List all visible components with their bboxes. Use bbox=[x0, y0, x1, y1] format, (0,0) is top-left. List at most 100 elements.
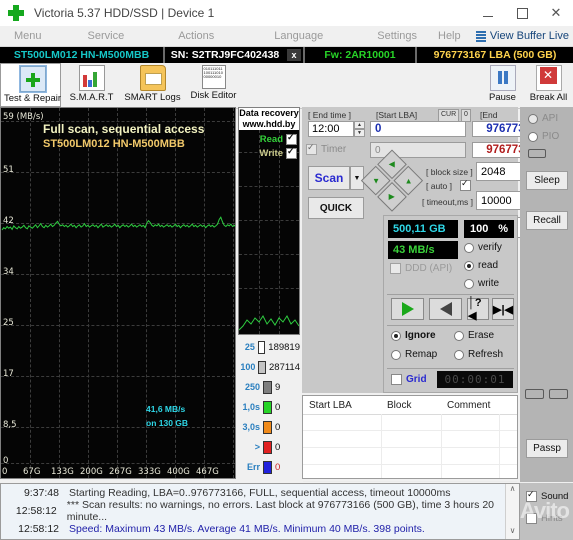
menu-item-language[interactable]: Language bbox=[268, 30, 329, 42]
sound-checkbox[interactable] bbox=[526, 489, 537, 502]
end-time-input[interactable]: 12:00 bbox=[308, 121, 354, 137]
sound-toggle[interactable]: Sound bbox=[526, 489, 568, 502]
mini-button-wr[interactable] bbox=[525, 389, 544, 399]
log-scrollbar[interactable]: ∧ ∨ bbox=[505, 484, 519, 539]
table-row[interactable] bbox=[303, 431, 517, 448]
ddd-api-toggle[interactable]: DDD (API) bbox=[390, 263, 452, 274]
toolbar-button-smart[interactable]: S.M.A.R.T bbox=[61, 63, 122, 109]
menu-item-help[interactable]: Help bbox=[432, 30, 467, 42]
stat-key: 1,0s bbox=[242, 402, 260, 412]
mode-verify-radio[interactable]: verify bbox=[464, 242, 502, 253]
live-buffer-panel[interactable]: Data recovery www.hdd.by Read Write bbox=[238, 107, 300, 335]
drive-close-icon[interactable]: x bbox=[287, 49, 301, 61]
defect-action-remap[interactable]: Remap bbox=[391, 349, 437, 360]
remap-radio-icon[interactable] bbox=[391, 349, 401, 360]
ddd-api-checkbox[interactable] bbox=[390, 263, 401, 274]
menu-item-actions[interactable]: Actions bbox=[172, 30, 220, 42]
api-radio-icon[interactable] bbox=[528, 113, 538, 124]
buffer-header-line2: www.hdd.by bbox=[242, 119, 296, 129]
table-row[interactable] bbox=[303, 448, 517, 465]
buffer-header-line1: Data recovery bbox=[239, 108, 299, 118]
interface-pio-radio[interactable]: PIO bbox=[528, 131, 559, 142]
verify-radio-icon[interactable] bbox=[464, 242, 474, 253]
toolbar-button-disk-editor[interactable]: 01011101110011101000000010 Disk Editor bbox=[183, 63, 244, 109]
graph-speed-trace bbox=[1, 216, 235, 231]
dpad-up-arrow: ▲ bbox=[404, 176, 413, 186]
scroll-up-icon[interactable]: ∧ bbox=[506, 484, 519, 497]
pio-label: PIO bbox=[542, 131, 560, 142]
start-forward-button[interactable] bbox=[391, 298, 424, 320]
buffer-write-toggle[interactable]: Write bbox=[259, 146, 297, 159]
menu-bar: Menu Service Actions Language Settings H… bbox=[0, 26, 573, 47]
recall-button[interactable]: Recall bbox=[526, 211, 568, 230]
menu-item-settings[interactable]: Settings bbox=[371, 30, 423, 42]
column-start-lba: Start LBA bbox=[309, 399, 352, 411]
table-row[interactable] bbox=[303, 465, 517, 482]
buffer-read-checkbox[interactable] bbox=[286, 132, 297, 145]
mode-write-radio[interactable]: write bbox=[464, 278, 499, 289]
timer-checkbox[interactable] bbox=[306, 142, 317, 155]
play-forward-icon bbox=[401, 302, 414, 316]
mini-indicator-button[interactable] bbox=[528, 149, 546, 158]
buffer-lines-icon bbox=[475, 30, 486, 42]
write-radio-icon[interactable] bbox=[464, 278, 474, 289]
close-button[interactable]: ✕ bbox=[539, 0, 573, 26]
buffer-read-toggle[interactable]: Read bbox=[260, 132, 297, 145]
hints-checkbox[interactable] bbox=[526, 513, 537, 524]
toolbar-label-disk-editor: Disk Editor bbox=[190, 90, 237, 101]
mini-button-rd[interactable] bbox=[549, 389, 568, 399]
quick-button[interactable]: QUICK bbox=[308, 197, 364, 219]
passport-button[interactable]: Passp bbox=[526, 439, 568, 458]
maximize-button[interactable] bbox=[505, 0, 539, 26]
refresh-radio-icon[interactable] bbox=[454, 349, 464, 360]
scan-button[interactable]: Scan bbox=[308, 166, 350, 190]
sleep-button[interactable]: Sleep bbox=[526, 171, 568, 190]
speed-lcd: 43 MB/s bbox=[388, 241, 458, 259]
start-backward-button[interactable] bbox=[429, 298, 462, 320]
mode-read-radio[interactable]: read bbox=[464, 260, 498, 271]
end-time-label: [ End time ] bbox=[308, 110, 351, 120]
start-lba-input[interactable]: 0 bbox=[370, 121, 466, 137]
pio-radio-icon[interactable] bbox=[528, 131, 538, 142]
column-block: Block bbox=[387, 399, 412, 411]
timer-toggle[interactable]: Timer bbox=[306, 142, 346, 155]
toolbar-button-test-repair[interactable]: Test & Repair bbox=[0, 63, 61, 107]
scan-speed-graph[interactable]: 59 (MB/s) 51 42 34 25 17 8,5 0 0 67G 133… bbox=[0, 107, 236, 479]
hints-toggle[interactable]: Hints bbox=[526, 513, 563, 524]
toolbar-button-break-all[interactable]: Break All bbox=[524, 63, 573, 109]
main-toolbar: Drive Info S.M.A.R.T SMART Logs Test & R… bbox=[0, 63, 573, 109]
step-question-button[interactable]: │?◀ bbox=[467, 297, 489, 322]
grid-toggle[interactable]: Grid bbox=[391, 374, 427, 385]
table-row[interactable] bbox=[303, 414, 517, 431]
ignore-radio-icon[interactable] bbox=[391, 330, 401, 341]
stat-value: 189819 bbox=[268, 341, 300, 353]
defect-list-table[interactable]: Start LBA Block Comment bbox=[302, 395, 518, 482]
scroll-down-icon[interactable]: ∨ bbox=[506, 526, 519, 539]
end-time-spin-up[interactable]: ▲ bbox=[354, 121, 365, 129]
stat-value: 9 bbox=[275, 381, 281, 393]
read-radio-icon[interactable] bbox=[464, 260, 474, 271]
defect-action-refresh[interactable]: Refresh bbox=[454, 349, 503, 360]
view-buffer-live-button[interactable]: View Buffer Live bbox=[475, 30, 569, 42]
skip-start-button[interactable]: ▶|◀ bbox=[492, 298, 514, 320]
erase-radio-icon[interactable] bbox=[454, 330, 464, 341]
activity-log[interactable]: 9:37:48 Starting Reading, LBA=0..9767731… bbox=[0, 483, 520, 540]
navigation-dpad[interactable]: ▲ ◀ ▶ ▼ bbox=[359, 149, 424, 214]
toolbar-button-smart-logs[interactable]: SMART Logs bbox=[122, 63, 183, 109]
end-time-spin-down[interactable]: ▼ bbox=[354, 129, 365, 137]
minimize-button[interactable] bbox=[471, 0, 505, 26]
stat-key: > bbox=[254, 442, 260, 452]
auto-checkbox[interactable] bbox=[460, 178, 471, 191]
menu-item-service[interactable]: Service bbox=[82, 30, 131, 42]
menu-item-menu[interactable]: Menu bbox=[8, 30, 48, 42]
defect-action-erase[interactable]: Erase bbox=[454, 330, 494, 341]
mode-write-label: write bbox=[478, 278, 500, 289]
buffer-write-checkbox[interactable] bbox=[286, 146, 297, 159]
grid-checkbox[interactable] bbox=[391, 374, 402, 385]
block-size-value: 2048 bbox=[481, 165, 506, 178]
play-backward-icon bbox=[439, 302, 452, 316]
drive-identity-bar: ST500LM012 HN-M500MBB SN: S2TRJ9FC402438… bbox=[0, 47, 573, 63]
interface-api-radio[interactable]: API bbox=[528, 113, 558, 124]
defect-action-ignore[interactable]: Ignore bbox=[391, 330, 436, 341]
stat-error-swatch bbox=[263, 460, 272, 474]
